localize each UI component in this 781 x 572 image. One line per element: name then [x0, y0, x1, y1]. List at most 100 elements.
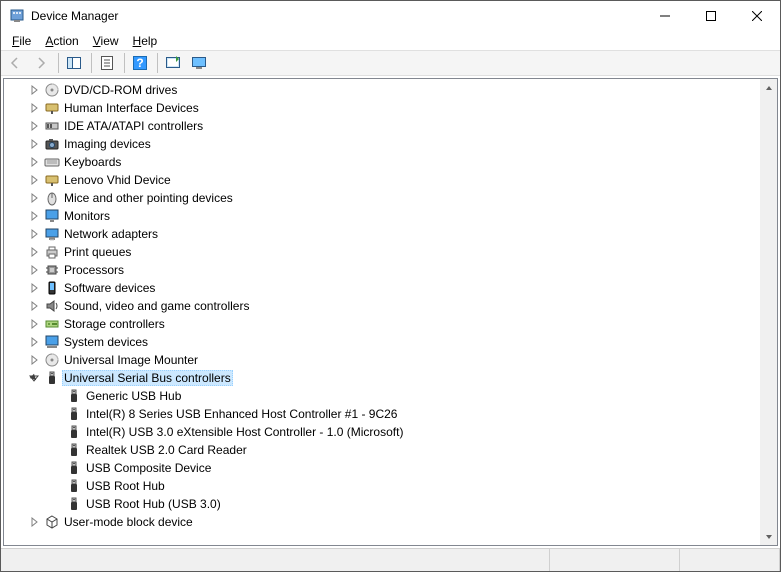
- tree-device-node[interactable]: Intel(R) 8 Series USB Enhanced Host Cont…: [4, 405, 760, 423]
- tree-disclosure-closed-icon[interactable]: [26, 334, 42, 350]
- tree-category-node[interactable]: Print queues: [4, 243, 760, 261]
- scroll-thumb[interactable]: [760, 96, 777, 528]
- tree-device-node[interactable]: USB Root Hub: [4, 477, 760, 495]
- ide-icon: [44, 118, 60, 134]
- tree-category-node[interactable]: Universal Image Mounter: [4, 351, 760, 369]
- toolbar-help-button[interactable]: ?: [128, 52, 152, 74]
- titlebar[interactable]: Device Manager: [1, 1, 780, 31]
- toolbar-back-button[interactable]: [3, 52, 27, 74]
- tree-disclosure-closed-icon[interactable]: [26, 262, 42, 278]
- tree-disclosure-closed-icon[interactable]: [26, 514, 42, 530]
- toolbar: ?: [1, 50, 780, 76]
- tree-device-node[interactable]: USB Root Hub (USB 3.0): [4, 495, 760, 513]
- status-pane-3: [680, 549, 780, 571]
- menu-help[interactable]: Help: [126, 33, 165, 49]
- tree-node-label: Network adapters: [62, 227, 160, 241]
- tree-node-label: IDE ATA/ATAPI controllers: [62, 119, 205, 133]
- tree-disclosure-closed-icon[interactable]: [26, 118, 42, 134]
- toolbar-separator: [124, 53, 125, 73]
- tree-category-node[interactable]: Mice and other pointing devices: [4, 189, 760, 207]
- tree-disclosure-closed-icon[interactable]: [26, 298, 42, 314]
- tree-node-label: Intel(R) USB 3.0 eXtensible Host Control…: [84, 425, 405, 439]
- tree-category-node[interactable]: IDE ATA/ATAPI controllers: [4, 117, 760, 135]
- tree-device-node[interactable]: Intel(R) USB 3.0 eXtensible Host Control…: [4, 423, 760, 441]
- scroll-down-button[interactable]: [760, 528, 777, 545]
- scroll-up-button[interactable]: [760, 79, 777, 96]
- toolbar-properties-button[interactable]: [95, 52, 119, 74]
- window-frame: Device Manager File Action View Help ?: [0, 0, 781, 572]
- tree-device-node[interactable]: Realtek USB 2.0 Card Reader: [4, 441, 760, 459]
- svg-text:?: ?: [136, 56, 143, 70]
- tree-category-node[interactable]: Lenovo Vhid Device: [4, 171, 760, 189]
- tree-disclosure-closed-icon[interactable]: [26, 208, 42, 224]
- tree-disclosure-closed-icon[interactable]: [26, 82, 42, 98]
- tree-disclosure-open-icon[interactable]: [26, 370, 42, 386]
- tree-node-label: Intel(R) 8 Series USB Enhanced Host Cont…: [84, 407, 399, 421]
- tree-disclosure-spacer: [48, 460, 64, 476]
- tree-disclosure-closed-icon[interactable]: [26, 172, 42, 188]
- tree-category-node[interactable]: Network adapters: [4, 225, 760, 243]
- tree-category-node[interactable]: Keyboards: [4, 153, 760, 171]
- menu-action[interactable]: Action: [38, 33, 85, 49]
- close-button[interactable]: [734, 1, 780, 31]
- statusbar: [1, 548, 780, 571]
- hid-icon: [44, 100, 60, 116]
- system-icon: [44, 334, 60, 350]
- tree-disclosure-closed-icon[interactable]: [26, 352, 42, 368]
- usb-icon: [66, 478, 82, 494]
- minimize-button[interactable]: [642, 1, 688, 31]
- device-tree[interactable]: DVD/CD-ROM drives Human Interface Devices…: [4, 79, 760, 545]
- usb-icon: [66, 424, 82, 440]
- tree-node-label: DVD/CD-ROM drives: [62, 83, 179, 97]
- tree-category-node[interactable]: Imaging devices: [4, 135, 760, 153]
- usb-icon: [66, 388, 82, 404]
- usb-icon: [66, 460, 82, 476]
- tree-category-node[interactable]: Monitors: [4, 207, 760, 225]
- tree-device-node[interactable]: Generic USB Hub: [4, 387, 760, 405]
- tree-disclosure-closed-icon[interactable]: [26, 154, 42, 170]
- usb-icon: [66, 406, 82, 422]
- maximize-button[interactable]: [688, 1, 734, 31]
- imaging-icon: [44, 136, 60, 152]
- tree-category-node[interactable]: Software devices: [4, 279, 760, 297]
- tree-disclosure-spacer: [48, 424, 64, 440]
- tree-category-node[interactable]: Human Interface Devices: [4, 99, 760, 117]
- menu-view[interactable]: View: [86, 33, 126, 49]
- storage-icon: [44, 316, 60, 332]
- menu-file[interactable]: File: [5, 33, 38, 49]
- tree-disclosure-closed-icon[interactable]: [26, 100, 42, 116]
- tree-category-node[interactable]: System devices: [4, 333, 760, 351]
- mouse-icon: [44, 190, 60, 206]
- tree-disclosure-closed-icon[interactable]: [26, 244, 42, 260]
- tree-category-node[interactable]: DVD/CD-ROM drives: [4, 81, 760, 99]
- tree-container: DVD/CD-ROM drives Human Interface Devices…: [3, 78, 778, 546]
- keyboard-icon: [44, 154, 60, 170]
- tree-disclosure-closed-icon[interactable]: [26, 316, 42, 332]
- cpu-icon: [44, 262, 60, 278]
- tree-device-node[interactable]: USB Composite Device: [4, 459, 760, 477]
- tree-category-node[interactable]: User-mode block device: [4, 513, 760, 531]
- tree-disclosure-closed-icon[interactable]: [26, 190, 42, 206]
- tree-node-label: Universal Serial Bus controllers: [62, 370, 233, 386]
- vertical-scrollbar[interactable]: [760, 79, 777, 545]
- toolbar-scan-button[interactable]: [161, 52, 185, 74]
- status-pane-2: [550, 549, 680, 571]
- printer-icon: [44, 244, 60, 260]
- tree-node-label: Generic USB Hub: [84, 389, 183, 403]
- tree-node-label: Human Interface Devices: [62, 101, 201, 115]
- tree-node-label: Mice and other pointing devices: [62, 191, 235, 205]
- tree-disclosure-closed-icon[interactable]: [26, 136, 42, 152]
- toolbar-monitor-button[interactable]: [187, 52, 211, 74]
- tree-node-label: Print queues: [62, 245, 133, 259]
- tree-node-label: USB Root Hub: [84, 479, 167, 493]
- tree-category-node[interactable]: Sound, video and game controllers: [4, 297, 760, 315]
- tree-disclosure-closed-icon[interactable]: [26, 280, 42, 296]
- toolbar-showtree-button[interactable]: [62, 52, 86, 74]
- tree-category-node[interactable]: Universal Serial Bus controllers: [4, 369, 760, 387]
- tree-disclosure-spacer: [48, 388, 64, 404]
- tree-category-node[interactable]: Processors: [4, 261, 760, 279]
- toolbar-forward-button[interactable]: [29, 52, 53, 74]
- tree-category-node[interactable]: Storage controllers: [4, 315, 760, 333]
- menubar: File Action View Help: [1, 31, 780, 50]
- tree-disclosure-closed-icon[interactable]: [26, 226, 42, 242]
